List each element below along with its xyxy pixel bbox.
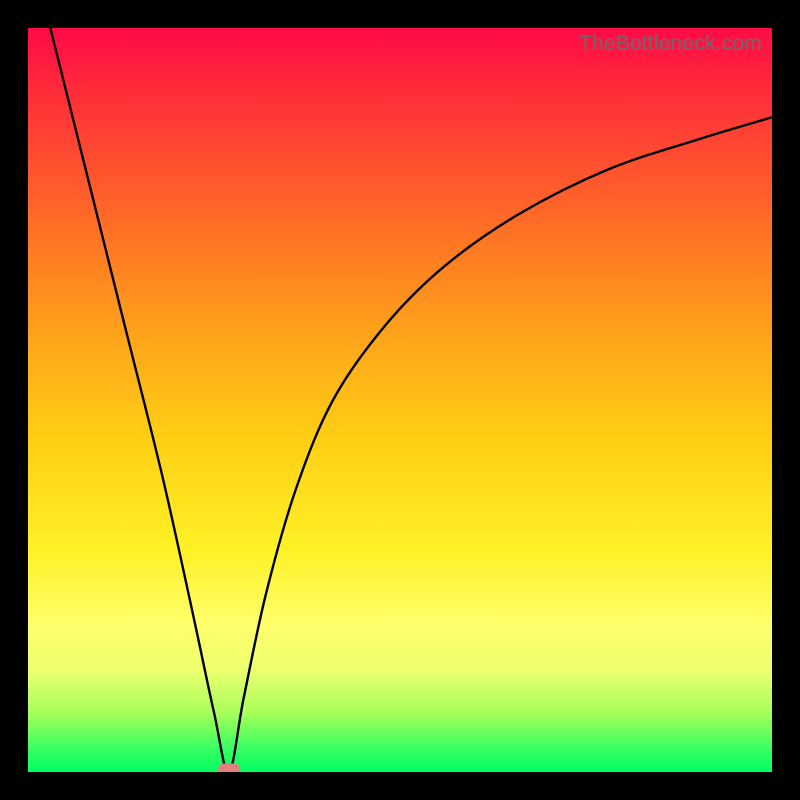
plot-area: TheBottleneck.com bbox=[28, 28, 772, 772]
chart-frame: TheBottleneck.com bbox=[0, 0, 800, 800]
minimum-marker bbox=[218, 764, 240, 773]
bottleneck-curve bbox=[28, 28, 772, 772]
curve-path bbox=[50, 28, 772, 772]
